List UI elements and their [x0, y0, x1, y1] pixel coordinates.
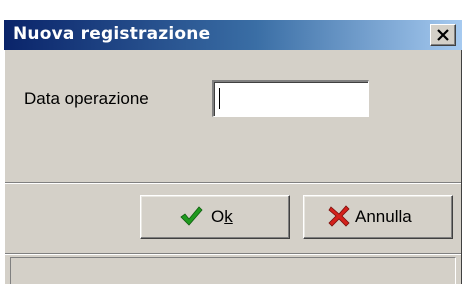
close-button[interactable] [430, 24, 456, 46]
status-panel [10, 257, 456, 284]
checkmark-icon [180, 206, 203, 226]
separator [5, 253, 461, 255]
red-x-icon [328, 205, 350, 227]
dialog-title: Nuova registrazione [13, 24, 211, 44]
dialog-window [4, 20, 462, 284]
ok-button[interactable]: Ok [140, 195, 290, 239]
text-caret [219, 88, 220, 109]
date-label: Data operazione [24, 89, 149, 108]
dialog-titlebar[interactable]: Nuova registrazione [4, 20, 462, 50]
close-icon [437, 29, 449, 41]
separator [5, 182, 461, 184]
ok-label: Ok [211, 207, 233, 226]
cancel-label: Annulla [355, 207, 412, 226]
date-input[interactable] [212, 80, 369, 117]
cancel-button[interactable]: Annulla [303, 195, 453, 239]
